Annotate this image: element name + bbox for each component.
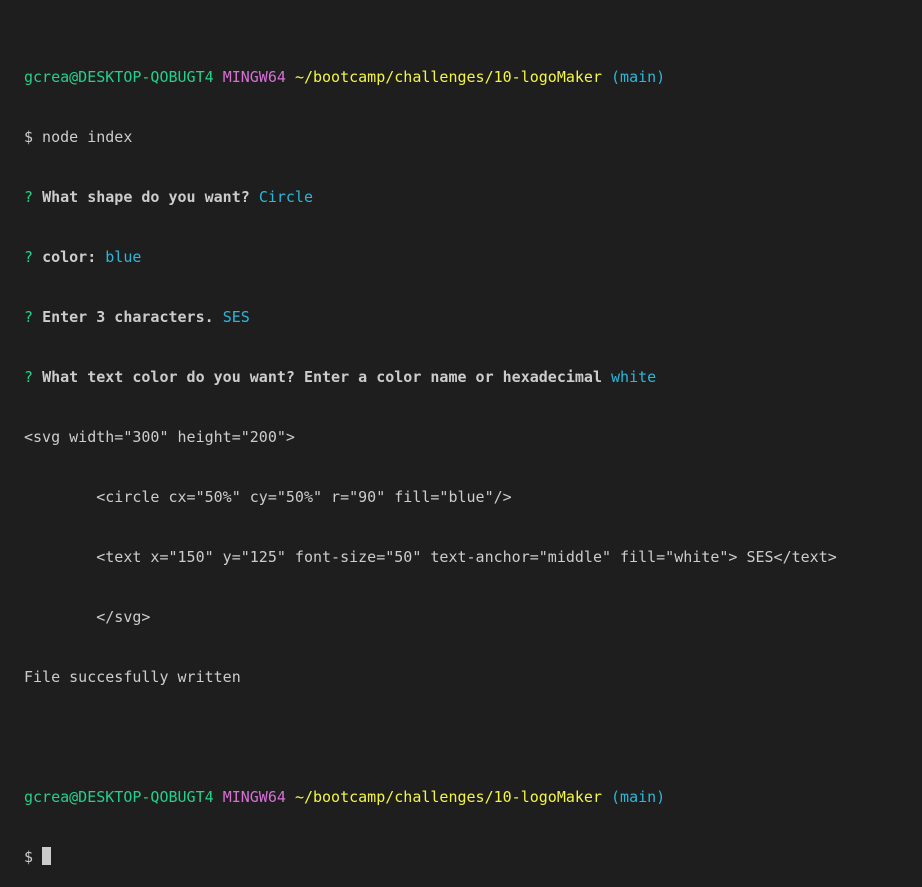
question-mark: ?: [24, 308, 34, 326]
question-mark: ?: [24, 368, 34, 386]
environment-label: MINGW64: [222, 68, 286, 86]
question-text: Enter 3 characters.: [42, 308, 214, 326]
working-directory: ~/bootcamp/challenges/10-logoMaker: [294, 68, 602, 86]
prompt-line: gcrea@DESKTOP-QOBUGT4 MINGW64 ~/bootcamp…: [24, 67, 922, 87]
output-line: <text x="150" y="125" font-size="50" tex…: [24, 548, 837, 566]
question-mark: ?: [24, 248, 34, 266]
user-host: gcrea@DESKTOP-QOBUGT4: [24, 68, 214, 86]
git-branch: (main): [611, 788, 666, 806]
question-mark: ?: [24, 188, 34, 206]
question-answer: SES: [222, 308, 250, 326]
user-host: gcrea@DESKTOP-QOBUGT4: [24, 788, 214, 806]
terminal-window[interactable]: gcrea@DESKTOP-QOBUGT4 MINGW64 ~/bootcamp…: [0, 0, 922, 866]
git-branch: (main): [611, 68, 666, 86]
prompt-line: gcrea@DESKTOP-QOBUGT4 MINGW64 ~/bootcamp…: [24, 787, 922, 807]
output-line: </svg>: [24, 608, 151, 626]
input-prompt: $: [24, 848, 43, 866]
question-text: color:: [42, 248, 97, 266]
question-line: ? color: blue: [24, 247, 922, 267]
output-line: <svg width="300" height="200">: [24, 428, 295, 446]
question-text: What shape do you want?: [42, 188, 250, 206]
question-answer: white: [611, 368, 657, 386]
environment-label: MINGW64: [222, 788, 286, 806]
status-message: File succesfully written: [24, 668, 241, 686]
output-line: <circle cx="50%" cy="50%" r="90" fill="b…: [24, 488, 512, 506]
question-answer: Circle: [258, 188, 313, 206]
question-text: What text color do you want? Enter a col…: [42, 368, 602, 386]
input-line[interactable]: $: [24, 847, 922, 867]
command-line: $ node index: [24, 128, 133, 146]
question-line: ? Enter 3 characters. SES: [24, 307, 922, 327]
question-line: ? What shape do you want? Circle: [24, 187, 922, 207]
text-cursor[interactable]: [42, 847, 52, 865]
question-line: ? What text color do you want? Enter a c…: [24, 367, 922, 387]
question-answer: blue: [105, 248, 142, 266]
working-directory: ~/bootcamp/challenges/10-logoMaker: [294, 788, 602, 806]
